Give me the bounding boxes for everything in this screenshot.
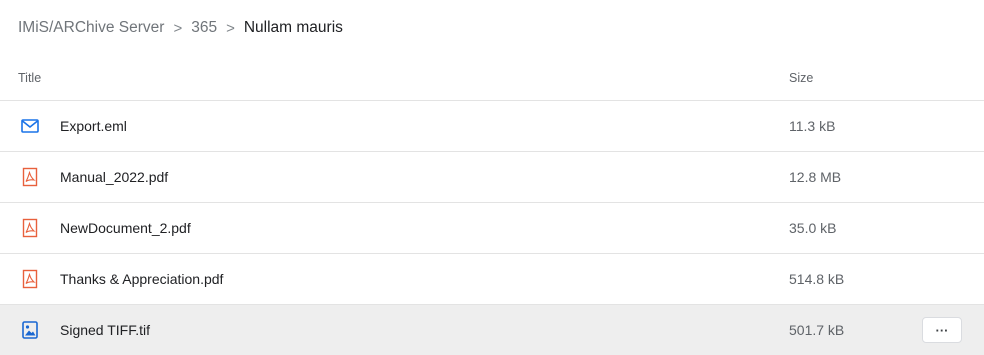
more-actions-button[interactable]: ···	[922, 317, 962, 343]
breadcrumb-item-current: Nullam mauris	[243, 19, 343, 36]
file-name: Thanks & Appreciation.pdf	[60, 271, 224, 287]
breadcrumb-item-root[interactable]: IMiS/ARChive Server	[18, 19, 164, 37]
file-name: NewDocument_2.pdf	[60, 220, 191, 236]
pdf-icon	[20, 167, 40, 187]
file-size: 11.3 kB	[789, 118, 836, 134]
file-name: Signed TIFF.tif	[60, 322, 151, 338]
table-row[interactable]: Manual_2022.pdf 12.8 MB	[0, 152, 984, 203]
breadcrumb: IMiS/ARChive Server > 365 > Nullam mauri…	[18, 18, 343, 38]
breadcrumb-item-365[interactable]: 365	[191, 19, 217, 37]
file-size: 12.8 MB	[789, 169, 842, 185]
image-file-icon	[20, 320, 40, 340]
pdf-icon	[20, 218, 40, 238]
column-header-size[interactable]: Size	[789, 71, 813, 85]
file-name: Manual_2022.pdf	[60, 169, 169, 185]
breadcrumb-separator: >	[226, 19, 235, 37]
table-row[interactable]: Thanks & Appreciation.pdf 514.8 kB	[0, 254, 984, 305]
table-header: Title Size	[0, 56, 984, 101]
column-header-title[interactable]: Title	[18, 71, 41, 85]
file-size: 501.7 kB	[789, 322, 845, 338]
email-icon	[20, 116, 40, 136]
file-size: 35.0 kB	[789, 220, 837, 236]
table-row[interactable]: NewDocument_2.pdf 35.0 kB	[0, 203, 984, 254]
file-table: Title Size Export.eml 11.3 kB Manual_202…	[0, 56, 984, 355]
breadcrumb-separator: >	[173, 19, 183, 37]
file-name: Export.eml	[60, 118, 127, 134]
file-size: 514.8 kB	[789, 271, 845, 287]
table-row[interactable]: Signed TIFF.tif 501.7 kB ···	[0, 305, 984, 355]
pdf-icon	[20, 269, 40, 289]
table-row[interactable]: Export.eml 11.3 kB	[0, 101, 984, 152]
